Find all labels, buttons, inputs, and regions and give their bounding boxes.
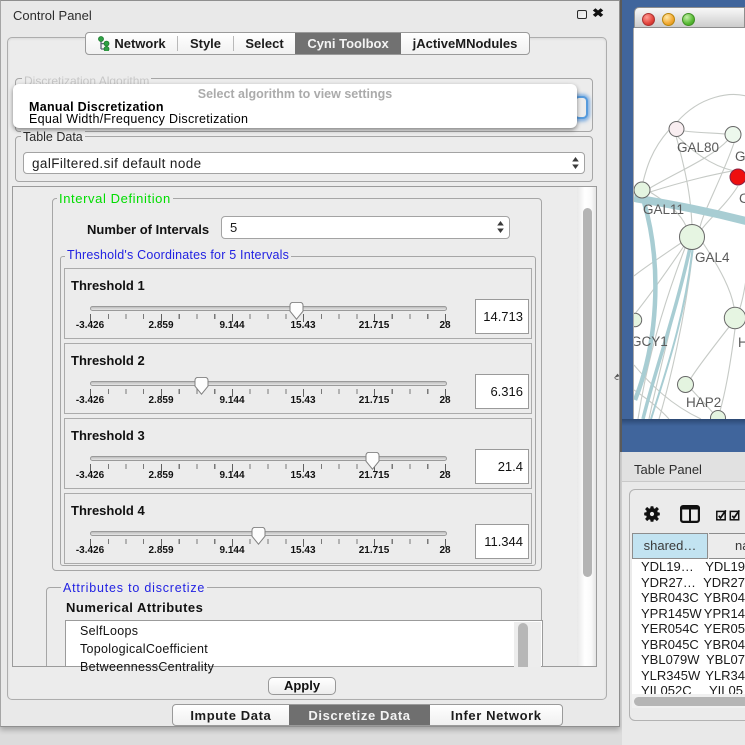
svg-text:GAL11: GAL11: [643, 202, 684, 217]
svg-text:HAP2: HAP2: [686, 395, 721, 410]
svg-text:GAL4: GAL4: [695, 250, 730, 265]
svg-text:GA: GA: [735, 149, 745, 164]
svg-text:GAL80: GAL80: [677, 140, 719, 155]
svg-text:H: H: [738, 335, 745, 350]
svg-text:C: C: [739, 191, 745, 206]
svg-text:GCY1: GCY1: [634, 334, 668, 349]
